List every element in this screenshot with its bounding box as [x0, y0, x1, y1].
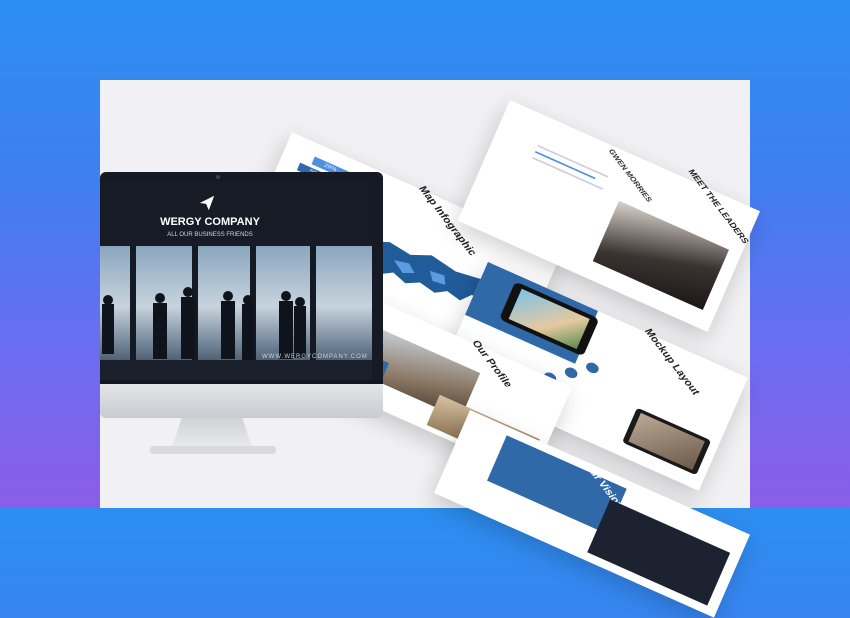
- info-line: [534, 150, 596, 180]
- laptop-screen: [628, 412, 705, 471]
- info-line: [532, 157, 603, 190]
- hero-company-name: WERGY COMPANY: [160, 216, 260, 228]
- monitor-stand-base: [150, 446, 276, 454]
- feature-icon: [584, 360, 601, 376]
- vision-dark-panel: [587, 499, 731, 606]
- feature-icon: [563, 365, 580, 381]
- monitor: WERGY COMPANY ALL OUR BUSINESS FRIENDS W…: [100, 172, 383, 418]
- hero-website: WWW.WERGYCOMPANY.COM: [262, 354, 368, 360]
- monitor-stand: [172, 418, 252, 448]
- info-line: [537, 144, 609, 178]
- monitor-screen: WERGY COMPANY ALL OUR BUSINESS FRIENDS W…: [100, 182, 372, 380]
- paper-plane-icon: [199, 195, 215, 211]
- camera-icon: [216, 175, 220, 179]
- monitor-chin: [100, 384, 383, 418]
- hero-tagline: ALL OUR BUSINESS FRIENDS: [167, 232, 253, 238]
